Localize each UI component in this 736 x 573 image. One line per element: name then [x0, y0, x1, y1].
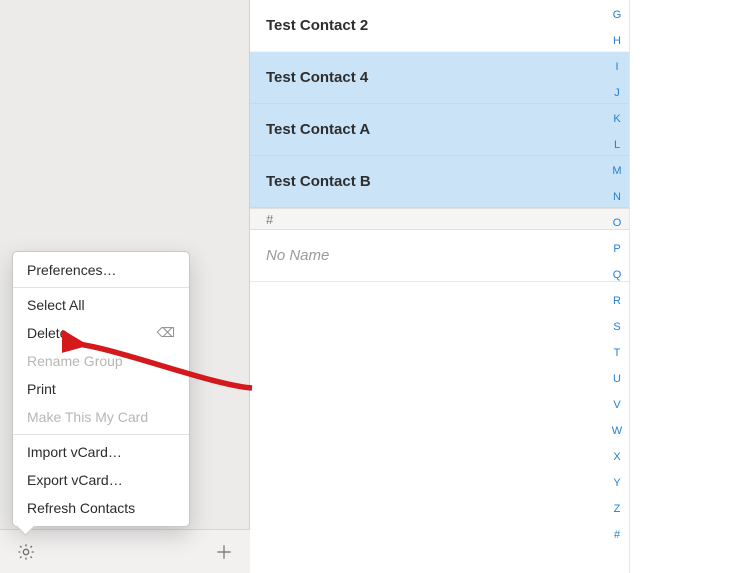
menu-label: Delete	[27, 325, 67, 341]
index-letter[interactable]: G	[613, 2, 622, 28]
backspace-icon: ⌫	[157, 325, 175, 341]
menu-label: Make This My Card	[27, 409, 148, 425]
index-letter[interactable]: I	[615, 54, 618, 80]
index-letter[interactable]: P	[613, 236, 620, 262]
index-letter[interactable]: T	[614, 340, 621, 366]
menu-rename-group: Rename Group	[13, 347, 189, 375]
section-header-label: #	[266, 212, 273, 227]
index-letter[interactable]: N	[613, 184, 621, 210]
index-letter[interactable]: J	[614, 80, 620, 106]
section-header: #	[250, 208, 629, 230]
index-letter[interactable]: H	[613, 28, 621, 54]
index-letter[interactable]: V	[613, 392, 620, 418]
add-button[interactable]	[212, 540, 236, 564]
menu-export-vcard[interactable]: Export vCard…	[13, 466, 189, 494]
menu-import-vcard[interactable]: Import vCard…	[13, 438, 189, 466]
settings-context-menu: Preferences… Select All Delete ⌫ Rename …	[12, 251, 190, 527]
alpha-index-rail: G H I J K L M N O P Q R S T U V W X Y Z …	[605, 0, 629, 548]
menu-label: Rename Group	[27, 353, 123, 369]
menu-label: Preferences…	[27, 262, 116, 278]
contact-row-noname[interactable]: No Name	[250, 230, 629, 282]
index-letter[interactable]: X	[613, 444, 620, 470]
settings-button[interactable]	[14, 540, 38, 564]
index-letter[interactable]: U	[613, 366, 621, 392]
menu-separator	[13, 287, 189, 288]
index-letter[interactable]: L	[614, 132, 620, 158]
menu-label: Print	[27, 381, 56, 397]
menu-make-my-card: Make This My Card	[13, 403, 189, 431]
menu-label: Refresh Contacts	[27, 500, 135, 516]
contact-row[interactable]: Test Contact A	[250, 104, 629, 156]
menu-preferences[interactable]: Preferences…	[13, 256, 189, 284]
plus-icon	[214, 542, 234, 562]
index-letter[interactable]: S	[613, 314, 620, 340]
detail-panel	[630, 0, 736, 573]
index-letter[interactable]: Z	[614, 496, 621, 522]
menu-select-all[interactable]: Select All	[13, 291, 189, 319]
contact-name: Test Contact 2	[266, 17, 368, 34]
gear-icon	[16, 542, 36, 562]
contact-row[interactable]: Test Contact 4	[250, 52, 629, 104]
menu-delete[interactable]: Delete ⌫	[13, 319, 189, 347]
index-letter[interactable]: W	[612, 418, 622, 444]
index-letter[interactable]: Y	[613, 470, 620, 496]
menu-label: Export vCard…	[27, 472, 123, 488]
menu-label: Import vCard…	[27, 444, 122, 460]
index-letter[interactable]: R	[613, 288, 621, 314]
contact-name: No Name	[266, 247, 329, 264]
contact-name: Test Contact A	[266, 121, 370, 138]
index-letter[interactable]: K	[613, 106, 620, 132]
menu-label: Select All	[27, 297, 85, 313]
menu-refresh-contacts[interactable]: Refresh Contacts	[13, 494, 189, 522]
menu-print[interactable]: Print	[13, 375, 189, 403]
menu-separator	[13, 434, 189, 435]
sidebar-toolbar	[0, 529, 250, 573]
index-letter[interactable]: Q	[613, 262, 622, 288]
contact-name: Test Contact 4	[266, 69, 368, 86]
index-letter[interactable]: #	[614, 522, 620, 548]
index-letter[interactable]: M	[612, 158, 621, 184]
index-letter[interactable]: O	[613, 210, 622, 236]
contact-row[interactable]: Test Contact 2	[250, 0, 629, 52]
contact-row[interactable]: Test Contact B	[250, 156, 629, 208]
contact-name: Test Contact B	[266, 173, 371, 190]
contact-list: Test Contact 2 Test Contact 4 Test Conta…	[250, 0, 630, 573]
